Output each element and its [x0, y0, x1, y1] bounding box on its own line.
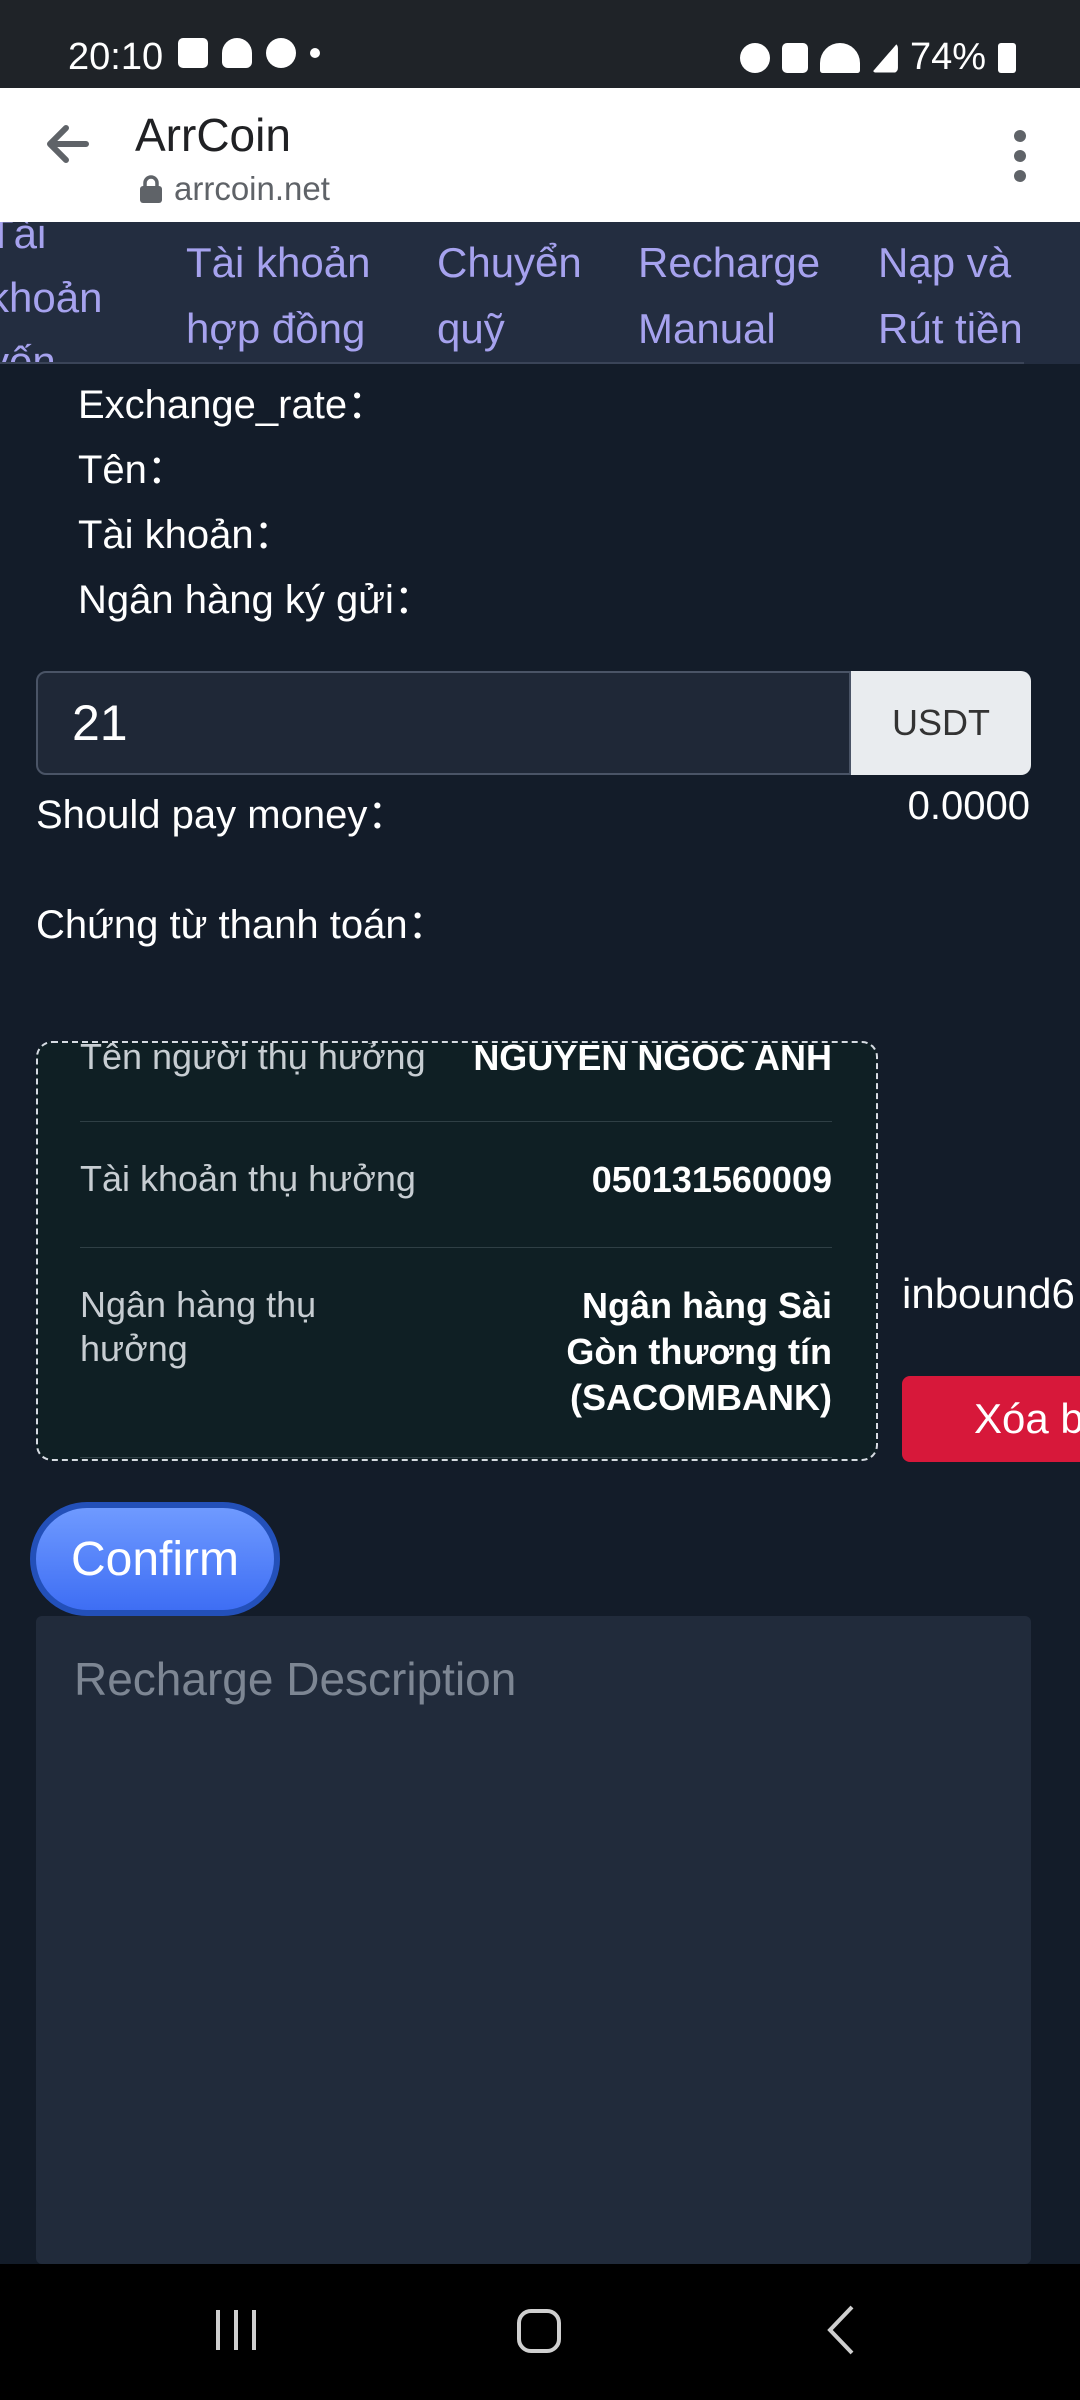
tab-label-line: Chuyển — [437, 239, 582, 286]
tab-deposit-withdraw[interactable]: Nạp và Rút tiền — [878, 230, 1023, 362]
browser-toolbar: ArrCoin arrcoin.net — [0, 88, 1080, 222]
status-time: 20:10 — [68, 36, 164, 78]
recharge-description-field[interactable]: Recharge Description — [36, 1616, 1031, 2264]
gallery-icon — [178, 38, 208, 68]
amount-input[interactable] — [36, 671, 851, 775]
tab-bar: Tài khoản vốn Tài khoản hợp đồng Chuyển … — [0, 222, 1080, 364]
confirm-button[interactable]: Confirm — [30, 1502, 280, 1616]
tab-label-line: khoản — [0, 274, 103, 321]
tab-capital-account[interactable]: Tài khoản vốn — [0, 222, 102, 364]
battery-icon — [998, 42, 1016, 73]
payment-voucher-image[interactable]: Tên người thụ hưởng NGUYEN NGOC ANH Tài … — [36, 1041, 878, 1461]
site-url[interactable]: arrcoin.net — [138, 170, 330, 208]
url-text: arrcoin.net — [174, 170, 330, 207]
tab-label-line: Nạp và — [878, 239, 1012, 286]
recents-icon[interactable] — [214, 2308, 258, 2352]
tab-label-line: Rút tiền — [878, 305, 1023, 352]
beneficiary-bank-label: Ngân hàng thụ hưởng — [80, 1283, 316, 1371]
tab-label-line: Recharge — [638, 239, 821, 286]
delete-image-button[interactable]: Xóa b — [902, 1376, 1080, 1462]
notification-icons — [178, 38, 320, 68]
should-pay-label: Should pay money： — [36, 793, 408, 837]
tab-label-line: Tài — [0, 222, 47, 257]
payment-voucher-label: Chứng từ thanh toán： — [36, 903, 448, 947]
beneficiary-account-row: Tài khoản thụ hưởng 050131560009 — [80, 1121, 832, 1248]
beneficiary-name-label: Tên người thụ hưởng — [80, 1041, 426, 1077]
uploaded-file-name: inbound6 — [902, 1270, 1075, 1317]
tab-label-line: hợp đồng — [186, 305, 366, 352]
currency-unit: USDT — [851, 671, 1031, 775]
alarm-icon — [739, 42, 770, 73]
home-icon[interactable] — [516, 2308, 562, 2354]
tab-label-line: vốn — [0, 338, 56, 364]
battery-percent: 74% — [909, 36, 986, 78]
tab-bar-divider — [0, 362, 1024, 364]
system-icons: 74% — [739, 36, 1016, 79]
amount-group: USDT — [36, 671, 1031, 775]
wifi-icon — [819, 42, 860, 73]
shield-icon — [222, 38, 252, 68]
nav-back-icon[interactable] — [826, 2304, 856, 2356]
exchange-rate-label: Exchange_rate： — [78, 383, 388, 427]
bank-value-line: Ngân hàng Sài — [581, 1285, 832, 1326]
bank-value-line: (SACOMBANK) — [570, 1377, 832, 1418]
more-options-icon[interactable] — [1012, 128, 1028, 184]
bank-value-line: Gòn thương tín — [566, 1331, 832, 1372]
beneficiary-name-value: NGUYEN NGOC ANH — [473, 1041, 832, 1078]
beneficiary-account-value: 050131560009 — [591, 1159, 832, 1200]
tab-label-line: Manual — [638, 305, 776, 352]
beneficiary-bank-row: Ngân hàng thụ hưởng Ngân hàng Sài Gòn th… — [80, 1247, 832, 1458]
lock-icon — [140, 175, 162, 203]
system-nav-bar — [0, 2264, 1080, 2400]
should-pay-value: 0.0000 — [907, 784, 1030, 828]
beneficiary-name-row: Tên người thụ hưởng NGUYEN NGOC ANH — [80, 1041, 832, 1122]
tab-recharge-manual[interactable]: Recharge Manual — [638, 230, 820, 362]
deposit-bank-label: Ngân hàng ký gửi： — [78, 578, 434, 622]
mute-icon — [781, 42, 808, 73]
tab-label-line: quỹ — [437, 305, 505, 352]
beneficiary-account-label: Tài khoản thụ hưởng — [80, 1158, 416, 1199]
chat-icon — [266, 38, 296, 68]
tab-contract-account[interactable]: Tài khoản hợp đồng — [186, 230, 370, 362]
account-label: Tài khoản： — [78, 513, 294, 557]
bank-label-line: hưởng — [80, 1328, 188, 1369]
bank-label-line: Ngân hàng thụ — [80, 1284, 317, 1325]
tab-label-line: Tài khoản — [186, 239, 371, 286]
site-title: ArrCoin — [135, 109, 291, 161]
name-label: Tên： — [78, 448, 187, 492]
signal-icon — [871, 42, 898, 73]
more-notifications-dot-icon — [310, 48, 320, 58]
tab-transfer[interactable]: Chuyển quỹ — [437, 230, 582, 362]
status-bar: 20:10 74% — [0, 0, 1080, 88]
beneficiary-bank-value: Ngân hàng Sài Gòn thương tín (SACOMBANK) — [566, 1283, 832, 1421]
back-arrow-icon[interactable] — [38, 114, 98, 174]
